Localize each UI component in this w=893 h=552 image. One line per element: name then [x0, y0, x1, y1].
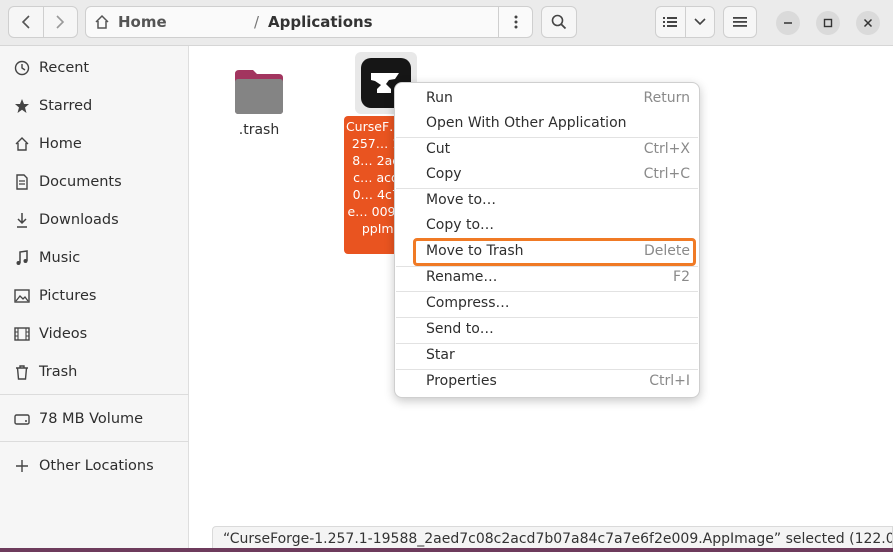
main-menu-button[interactable] — [723, 6, 757, 38]
sidebar-item-home[interactable]: Home — [0, 126, 189, 162]
path-current-folder[interactable]: Applications — [268, 7, 373, 37]
file-item-trash-folder[interactable]: .trash — [229, 70, 289, 138]
star-icon — [14, 98, 30, 114]
sidebar-divider — [0, 441, 189, 442]
sidebar-item-other-locations[interactable]: Other Locations — [0, 448, 189, 484]
drive-icon — [14, 411, 30, 427]
sidebar-item-label: Recent — [39, 60, 90, 76]
menu-item-rename[interactable]: Rename… F2 — [395, 266, 699, 290]
menu-item-shortcut: Ctrl+C — [643, 166, 690, 182]
sidebar-item-volume[interactable]: 78 MB Volume — [0, 401, 189, 437]
context-menu: Run Return Open With Other Application C… — [394, 82, 700, 398]
path-home-button[interactable]: Home — [94, 7, 167, 37]
menu-item-copy[interactable]: Copy Ctrl+C — [395, 163, 699, 187]
maximize-button[interactable] — [816, 11, 840, 35]
window-bottom-edge — [0, 548, 893, 552]
sidebar-item-starred[interactable]: Starred — [0, 88, 189, 124]
menu-item-label: Run — [426, 90, 453, 106]
close-icon — [863, 18, 873, 28]
menu-item-move-to[interactable]: Move to… — [395, 189, 699, 213]
highlight-box — [413, 238, 696, 266]
menu-item-shortcut: Ctrl+X — [643, 141, 690, 157]
download-icon — [14, 212, 30, 228]
sidebar-item-documents[interactable]: Documents — [0, 164, 189, 200]
plus-icon — [14, 458, 30, 474]
hamburger-menu-icon — [733, 17, 747, 27]
sidebar-item-label: 78 MB Volume — [39, 411, 144, 427]
maximize-icon — [823, 18, 833, 28]
pictures-icon — [14, 288, 30, 304]
menu-item-label: Rename… — [426, 269, 498, 285]
sidebar-item-downloads[interactable]: Downloads — [0, 202, 189, 238]
chevron-down-icon — [694, 18, 706, 26]
forward-button[interactable] — [42, 7, 78, 37]
home-icon — [14, 136, 30, 152]
sidebar-item-label: Videos — [39, 326, 88, 342]
menu-item-send-to[interactable]: Send to… — [395, 318, 699, 342]
folder-icon — [235, 70, 283, 114]
navigation-buttons — [8, 6, 78, 38]
chevron-left-icon — [21, 15, 30, 29]
sidebar-item-label: Other Locations — [39, 458, 154, 474]
menu-item-label: Move to… — [426, 192, 497, 208]
sidebar-item-label: Home — [39, 136, 82, 152]
path-menu-button[interactable] — [498, 7, 532, 37]
sidebar-item-label: Starred — [39, 98, 93, 114]
home-icon — [95, 14, 109, 29]
sidebar-item-recent[interactable]: Recent — [0, 50, 189, 86]
sidebar-item-videos[interactable]: Videos — [0, 316, 189, 352]
path-bar: Home / Applications — [85, 6, 533, 38]
menu-item-label: Cut — [426, 141, 451, 157]
sidebar-item-pictures[interactable]: Pictures — [0, 278, 189, 314]
clock-icon — [14, 60, 30, 76]
menu-item-label: Compress… — [426, 295, 510, 311]
menu-item-label: Copy to… — [426, 217, 495, 233]
menu-item-label: Send to… — [426, 321, 494, 337]
menu-item-copy-to[interactable]: Copy to… — [395, 214, 699, 238]
menu-item-run[interactable]: Run Return — [395, 87, 699, 111]
chevron-right-icon — [56, 15, 65, 29]
minimize-icon — [784, 22, 792, 24]
menu-item-compress[interactable]: Compress… — [395, 292, 699, 316]
menu-item-shortcut: F2 — [673, 269, 690, 285]
menu-item-label: Open With Other Application — [426, 115, 627, 131]
sidebar-divider — [0, 394, 189, 395]
menu-item-open-with[interactable]: Open With Other Application — [395, 112, 699, 136]
vertical-dots-icon — [514, 15, 517, 29]
search-icon — [551, 14, 567, 30]
document-icon — [14, 174, 30, 190]
menu-item-label: Properties — [426, 373, 497, 389]
header-bar: Home / Applications — [0, 0, 893, 46]
menu-item-cut[interactable]: Cut Ctrl+X — [395, 138, 699, 162]
view-switcher — [655, 6, 715, 38]
menu-item-label: Copy — [426, 166, 462, 182]
menu-item-shortcut: Return — [643, 90, 690, 106]
sidebar-item-label: Trash — [39, 364, 78, 380]
list-view-button[interactable] — [656, 7, 685, 37]
sidebar-item-music[interactable]: Music — [0, 240, 189, 276]
sidebar-item-label: Pictures — [39, 288, 97, 304]
sidebar: Recent Starred Home Documents Downloads … — [0, 46, 189, 552]
list-view-icon — [663, 17, 678, 27]
file-name: .trash — [238, 122, 280, 138]
sidebar-item-label: Music — [39, 250, 81, 266]
video-icon — [14, 326, 30, 342]
close-button[interactable] — [856, 11, 880, 35]
minimize-button[interactable] — [776, 11, 800, 35]
back-button[interactable] — [9, 7, 43, 37]
sidebar-item-label: Documents — [39, 174, 122, 190]
trash-icon — [14, 364, 30, 380]
menu-item-shortcut: Ctrl+I — [649, 373, 690, 389]
path-separator: / — [254, 13, 260, 31]
path-home-label: Home — [118, 13, 167, 31]
music-icon — [14, 250, 30, 266]
menu-item-label: Star — [426, 347, 455, 363]
menu-item-star[interactable]: Star — [395, 344, 699, 368]
sidebar-item-trash[interactable]: Trash — [0, 354, 189, 390]
view-options-dropdown[interactable] — [684, 7, 715, 37]
sidebar-item-label: Downloads — [39, 212, 119, 228]
search-button[interactable] — [541, 6, 577, 38]
menu-item-properties[interactable]: Properties Ctrl+I — [395, 370, 699, 394]
